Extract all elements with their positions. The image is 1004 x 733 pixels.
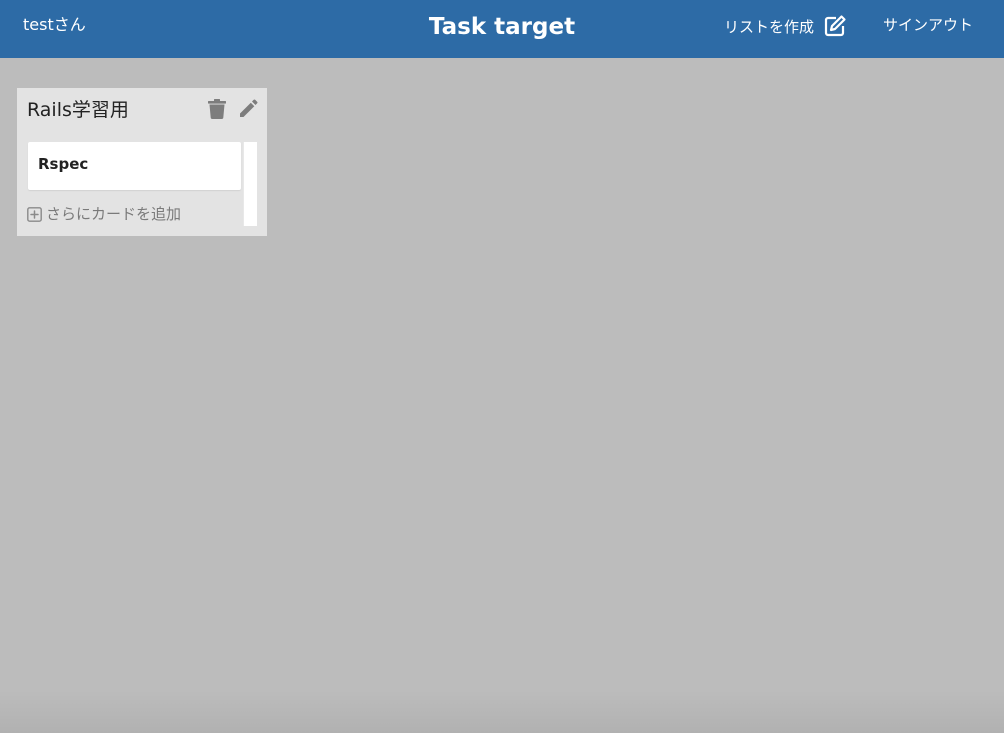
trash-icon[interactable] <box>208 99 226 119</box>
sign-out-link[interactable]: サインアウト <box>883 15 973 35</box>
current-user-label[interactable]: testさん <box>23 15 86 35</box>
list-title[interactable]: Rails学習用 <box>27 97 129 123</box>
create-list-label: リストを作成 <box>724 17 815 36</box>
card-item[interactable]: Rspec <box>28 142 241 190</box>
add-card-button[interactable]: さらにカードを追加 <box>27 204 181 224</box>
app-title-link[interactable]: Task target <box>429 14 575 40</box>
window-bottom-shadow <box>0 690 1004 733</box>
plus-square-icon <box>27 206 42 222</box>
add-card-label: さらにカードを追加 <box>46 205 182 223</box>
list-column: Rails学習用 Rspec さらにカードを追加 <box>17 88 267 236</box>
top-header: testさん Task target リストを作成 サインアウト <box>0 0 1004 58</box>
app-title: Task target <box>0 12 1004 42</box>
list-scrollbar[interactable] <box>243 142 257 226</box>
pencil-icon[interactable] <box>238 99 258 119</box>
card-title: Rspec <box>38 155 89 173</box>
create-list-button[interactable]: リストを作成 <box>724 13 847 39</box>
edit-icon <box>824 15 846 37</box>
